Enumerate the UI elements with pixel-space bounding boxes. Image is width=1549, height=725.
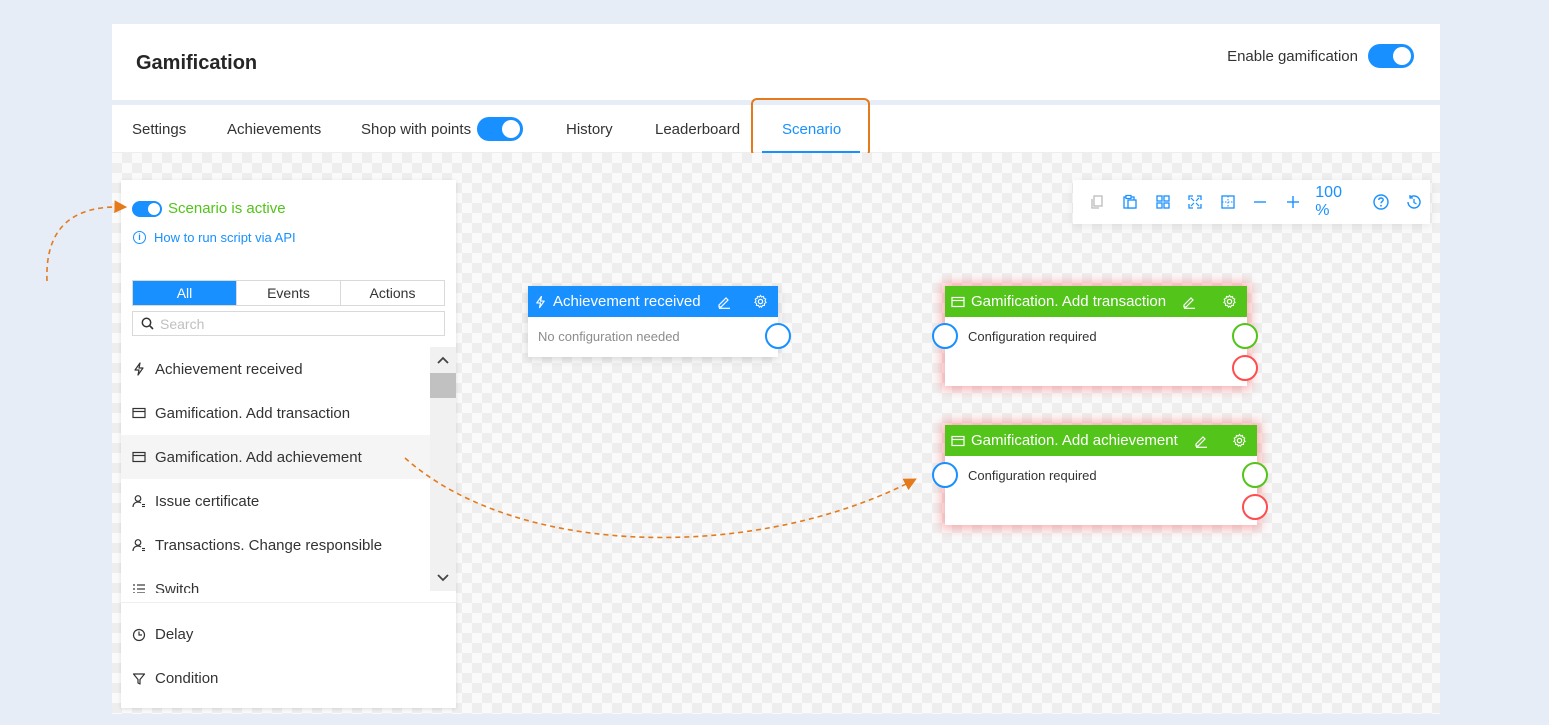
arrow-to-toggle xyxy=(46,200,128,282)
annotation-arrows xyxy=(46,200,917,539)
arrow-to-node xyxy=(404,457,917,539)
